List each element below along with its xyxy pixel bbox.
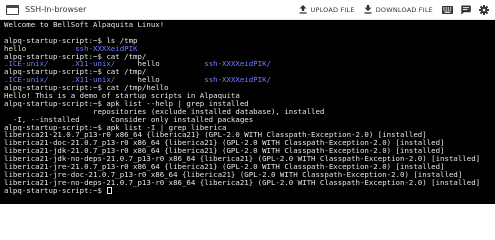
terminal-scrollbar[interactable] <box>491 20 495 204</box>
upload-file-button[interactable]: UPLOAD FILE <box>299 5 355 14</box>
message-icon <box>461 5 471 15</box>
terminal-cursor <box>107 186 113 194</box>
app-title: SSH-In-browser <box>25 5 87 14</box>
terminal-output[interactable]: Welcome to BellSoft Alpaquita Linux! alpq… <box>0 20 495 204</box>
download-file-label: DOWNLOAD FILE <box>375 5 433 14</box>
settings-button[interactable] <box>479 4 489 15</box>
terminal-line: Welcome to BellSoft Alpaquita Linux! <box>4 21 490 29</box>
download-icon <box>364 5 372 14</box>
download-file-button[interactable]: DOWNLOAD FILE <box>364 5 433 14</box>
message-button[interactable] <box>461 5 471 15</box>
terminal-text: alpq-startup-script:~$ <box>4 185 107 195</box>
terminal-icon <box>6 4 19 15</box>
app-titlebar: SSH-In-browser UPLOAD FILE DOWNLOAD FILE <box>0 0 495 20</box>
upload-icon <box>299 5 307 14</box>
keyboard-button[interactable] <box>442 5 453 14</box>
terminal-text: Welcome to BellSoft Alpaquita Linux! <box>4 20 165 29</box>
directory-name: ssh-XXXXeidPIK/ <box>204 75 271 85</box>
directory-name: ssh-XXXXeidPIK/ <box>204 59 271 69</box>
upload-file-label: UPLOAD FILE <box>310 5 355 14</box>
gear-icon <box>479 4 489 15</box>
keyboard-icon <box>442 5 453 14</box>
terminal-line: alpq-startup-script:~$ <box>4 185 490 195</box>
